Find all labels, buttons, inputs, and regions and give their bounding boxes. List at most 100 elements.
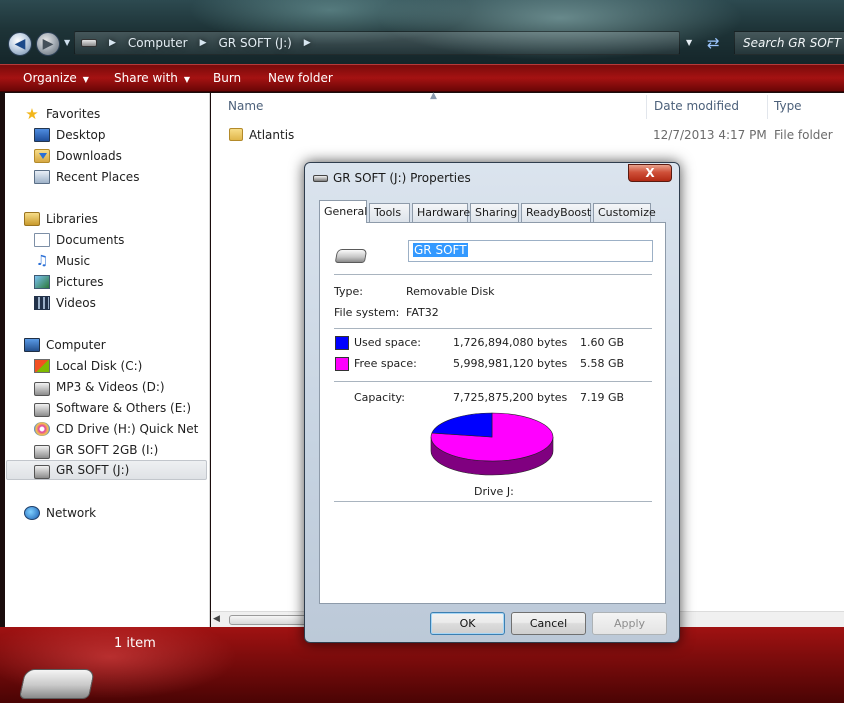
forward-button[interactable]: ▶ [36,32,60,56]
file-name: Atlantis [249,128,295,142]
divider [334,501,652,502]
tab-customize[interactable]: Customize [593,203,656,222]
chevron-right-icon[interactable]: ▶ [304,38,311,48]
nav-item-label: MP3 & Videos (D:) [56,380,165,394]
general-tab-panel: GR SOFT Type: Removable Disk File system… [319,222,666,604]
ok-button[interactable]: OK [430,612,505,635]
column-header-name[interactable]: Name [228,99,263,113]
star-icon: ★ [25,105,39,123]
share-with-label: Share with [114,71,178,85]
back-button[interactable]: ◀ [8,32,32,56]
capacity-label: Capacity: [354,391,405,404]
nav-item-drive-j[interactable]: GR SOFT (J:) [6,460,207,480]
dialog-title: GR SOFT (J:) Properties [333,171,471,185]
nav-item-label: GR SOFT (J:) [56,463,130,477]
apply-button[interactable]: Apply [592,612,667,635]
drive-label-selected-text: GR SOFT [413,243,468,257]
usb-drive-icon [334,249,368,263]
nav-item-drive-d[interactable]: MP3 & Videos (D:) [34,377,204,397]
drive-label-input[interactable]: GR SOFT [408,240,653,262]
nav-item-label: Desktop [56,128,106,142]
column-divider[interactable] [767,95,768,119]
tab-readyboost[interactable]: ReadyBoost [521,203,591,222]
nav-network-label: Network [46,506,97,520]
nav-item-downloads[interactable]: Downloads [34,146,204,166]
desktop-icon [34,128,50,142]
usb-drive-icon [313,175,328,182]
cancel-button[interactable]: Cancel [511,612,586,635]
nav-item-cd-drive-h[interactable]: CD Drive (H:) Quick Net [34,419,204,439]
file-type: File folder [774,128,833,142]
nav-libraries[interactable]: Libraries [24,209,204,229]
organize-menu[interactable]: Organize ▼ [23,71,89,85]
pie-slice-used [431,412,493,438]
address-history-dropdown[interactable]: ▼ [686,38,692,47]
nav-item-drive-e[interactable]: Software & Others (E:) [34,398,204,418]
scroll-left-icon[interactable]: ◀ [213,614,220,624]
tab-hardware[interactable]: Hardware [412,203,470,222]
list-item[interactable]: Atlantis 12/7/2013 4:17 PM File folder [211,126,844,146]
nav-item-documents[interactable]: Documents [34,230,204,250]
item-count: 1 item [114,636,156,651]
nav-item-desktop[interactable]: Desktop [34,125,204,145]
nav-item-pictures[interactable]: Pictures [34,272,204,292]
used-space-swatch [335,336,349,350]
capacity-gb: 7.19 GB [580,391,625,404]
share-with-menu[interactable]: Share with ▼ [114,71,190,85]
capacity-bytes: 7,725,875,200 bytes [453,391,568,404]
nav-item-music[interactable]: ♫ Music [34,251,204,271]
new-folder-button[interactable]: New folder [268,71,333,85]
breadcrumb-current-drive[interactable]: GR SOFT (J:) [219,36,292,50]
column-header-type[interactable]: Type [774,99,802,113]
nav-item-label: Recent Places [56,170,140,184]
nav-item-recent-places[interactable]: Recent Places [34,167,204,187]
computer-icon [24,338,40,352]
nav-computer-label: Computer [46,338,106,352]
address-bar[interactable]: ▶ Computer ▶ GR SOFT (J:) ▶ [74,31,680,55]
nav-item-label: Documents [56,233,125,247]
nav-item-label: Software & Others (E:) [56,401,192,415]
burn-button[interactable]: Burn [213,71,241,85]
tab-sharing[interactable]: Sharing [470,203,519,222]
cd-drive-icon [34,422,50,436]
nav-item-videos[interactable]: Videos [34,293,204,313]
usb-drive-large-icon [18,669,96,699]
usb-drive-icon [34,444,50,459]
nav-network[interactable]: Network [24,503,204,523]
nav-computer[interactable]: Computer [24,335,204,355]
window-title-bar: ◀ ▶ ▼ ▶ Computer ▶ GR SOFT (J:) ▶ ▼ ⇄ Se… [0,0,844,64]
recent-pages-dropdown[interactable]: ▼ [64,38,70,47]
nav-item-label: Downloads [56,149,122,163]
disk-usage-pie [429,410,555,478]
chevron-right-icon[interactable]: ▶ [200,38,207,48]
chevron-right-icon[interactable]: ▶ [109,38,116,48]
nav-item-local-disk-c[interactable]: Local Disk (C:) [34,356,204,376]
documents-icon [34,233,50,247]
nav-item-label: CD Drive (H:) Quick Net [56,422,199,436]
tab-tools[interactable]: Tools [369,203,410,222]
column-divider[interactable] [646,95,647,119]
free-space-gb: 5.58 GB [580,357,625,370]
nav-libraries-label: Libraries [46,212,98,226]
music-icon: ♫ [35,253,49,269]
divider [334,328,652,329]
refresh-icon[interactable]: ⇄ [707,34,720,52]
drive-icon [34,381,50,396]
close-button[interactable]: X [628,164,672,182]
nav-item-drive-i[interactable]: GR SOFT 2GB (I:) [34,440,204,460]
free-space-swatch [335,357,349,371]
recent-places-icon [34,170,50,184]
divider [334,381,652,382]
folder-icon [229,128,243,141]
breadcrumb-computer[interactable]: Computer [128,36,188,50]
column-header-date-modified[interactable]: Date modified [654,99,739,113]
libraries-icon [24,212,40,226]
divider [334,274,652,275]
type-label: Type: [334,285,363,298]
used-space-gb: 1.60 GB [580,336,625,349]
nav-favorites[interactable]: ★ Favorites [24,104,204,124]
nav-item-label: Local Disk (C:) [56,359,143,373]
tab-general[interactable]: General [319,200,367,223]
file-date-modified: 12/7/2013 4:17 PM [653,128,767,142]
search-input[interactable]: Search GR SOFT (J:) [734,31,844,55]
